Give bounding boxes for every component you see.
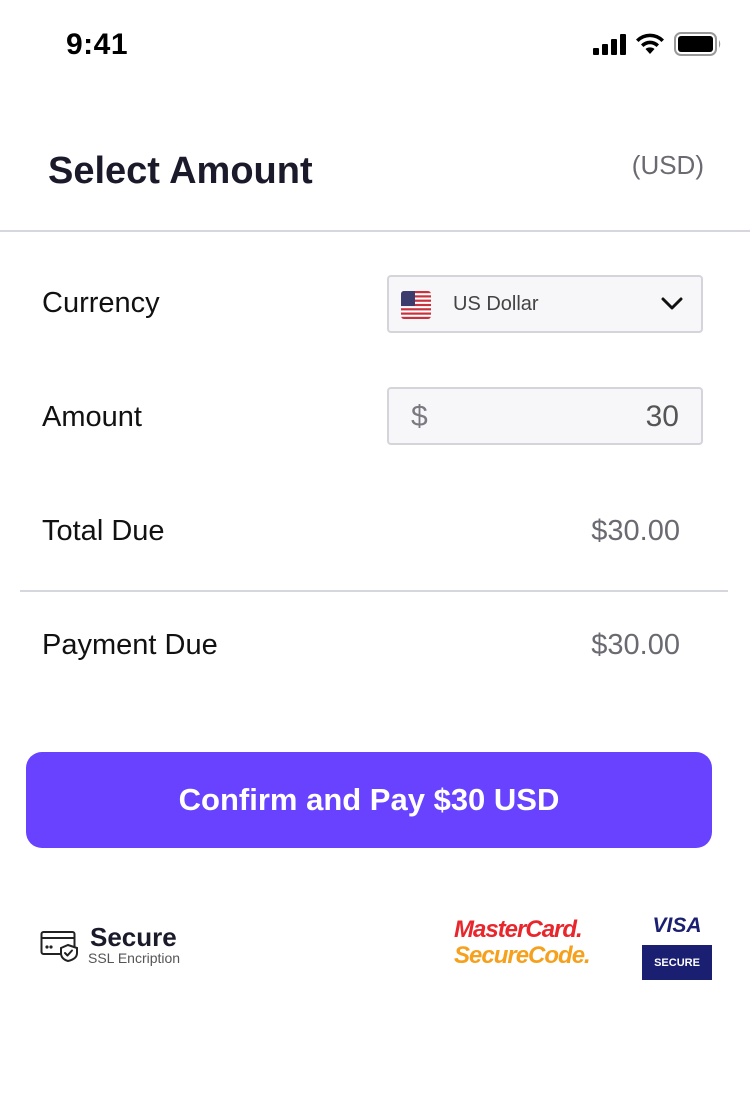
payment-due-label: Payment Due bbox=[42, 629, 218, 661]
cellular-signal-icon bbox=[593, 33, 626, 55]
visa-secure-logo: VISA SECURE bbox=[642, 914, 712, 980]
payment-due-value: $30.00 bbox=[591, 629, 680, 661]
status-time: 9:41 bbox=[66, 28, 129, 61]
mastercard-text: MasterCard. bbox=[454, 916, 583, 943]
currency-label: Currency bbox=[42, 287, 160, 319]
us-flag-icon bbox=[401, 291, 431, 319]
ssl-secure-badge: Secure SSL Encription bbox=[40, 922, 240, 972]
total-due-label: Total Due bbox=[42, 515, 165, 547]
confirm-pay-button[interactable]: Confirm and Pay $30 USD bbox=[26, 752, 712, 848]
currency-select-value: US Dollar bbox=[453, 293, 539, 315]
status-bar: 9:41 bbox=[0, 0, 750, 92]
page-title: Select Amount bbox=[48, 150, 313, 192]
secure-subtitle: SSL Encription bbox=[88, 950, 181, 966]
battery-icon bbox=[674, 32, 721, 56]
currency-code-label: (USD) bbox=[631, 150, 704, 180]
securecode-text: SecureCode. bbox=[454, 942, 591, 969]
visa-secure-text: SECURE bbox=[642, 945, 712, 980]
secure-card-shield-icon bbox=[40, 931, 78, 962]
currency-select[interactable]: US Dollar bbox=[387, 275, 703, 333]
secure-title: Secure bbox=[90, 922, 177, 952]
amount-input[interactable] bbox=[479, 400, 679, 434]
status-icons bbox=[593, 32, 722, 56]
amount-label: Amount bbox=[42, 401, 142, 433]
dollar-sign-icon: $ bbox=[411, 400, 428, 433]
wifi-icon bbox=[636, 33, 664, 54]
divider bbox=[20, 590, 728, 592]
visa-text: VISA bbox=[652, 914, 702, 937]
amount-field[interactable]: $ bbox=[387, 387, 703, 445]
page-header: Select Amount (USD) bbox=[0, 120, 750, 232]
chevron-down-icon bbox=[661, 297, 683, 310]
mastercard-securecode-logo: MasterCard. SecureCode. bbox=[454, 918, 594, 974]
total-due-value: $30.00 bbox=[591, 515, 680, 547]
